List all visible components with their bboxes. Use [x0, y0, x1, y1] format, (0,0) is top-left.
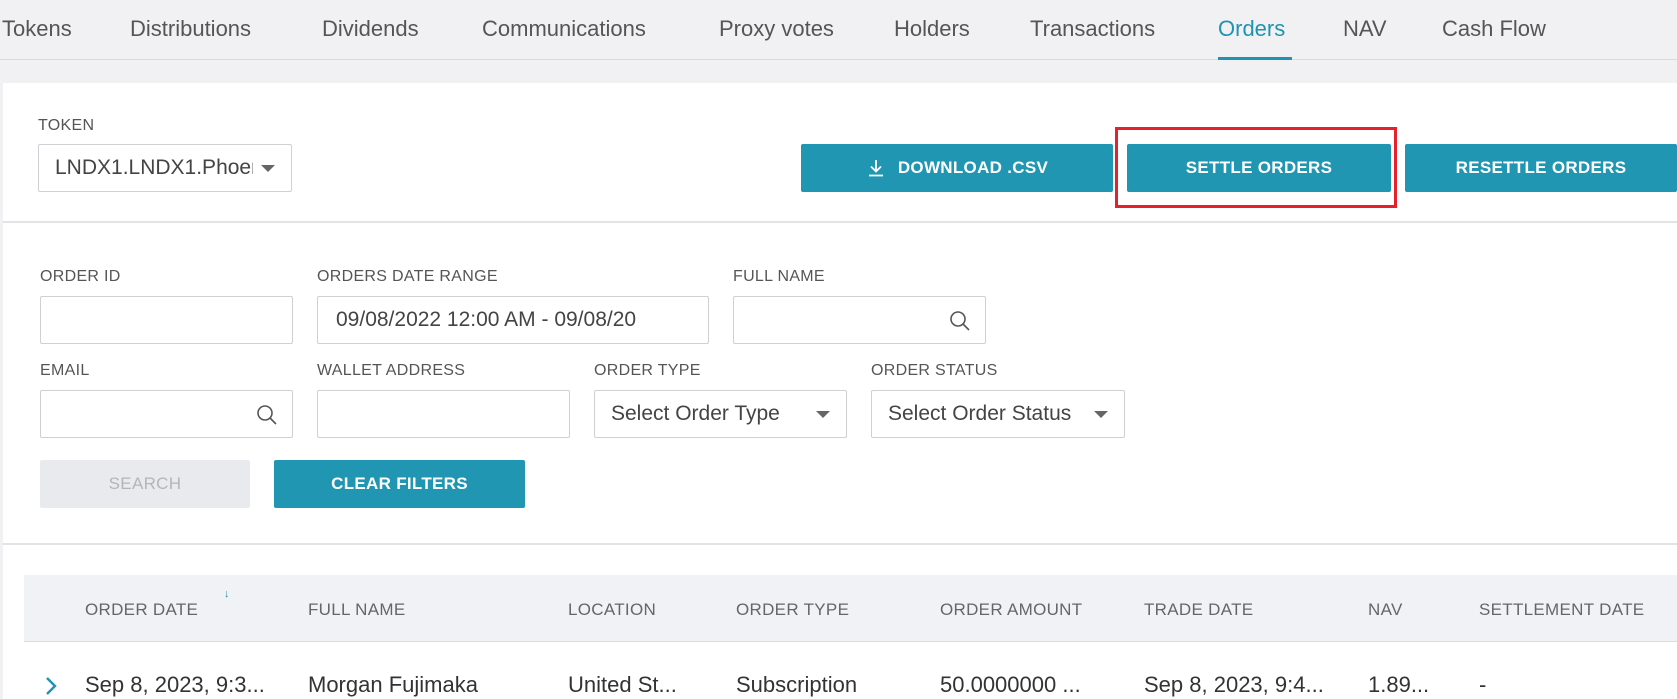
email-label: EMAIL — [40, 362, 90, 379]
order-status-placeholder: Select Order Status — [888, 402, 1072, 425]
tab-nav[interactable]: NAV — [1343, 16, 1387, 42]
tab-orders[interactable]: Orders — [1218, 16, 1285, 42]
email-input[interactable] — [40, 390, 293, 438]
cell-location: United St... — [568, 672, 677, 697]
chevron-right-icon[interactable] — [42, 674, 60, 698]
tab-transactions[interactable]: Transactions — [1030, 16, 1155, 42]
column-header-settlement-date[interactable]: SETTLEMENT DATE — [1479, 600, 1644, 620]
tab-proxy-votes[interactable]: Proxy votes — [719, 16, 834, 42]
chevron-down-icon — [1094, 410, 1108, 418]
column-header-order-type[interactable]: ORDER TYPE — [736, 600, 849, 620]
token-select-value: LNDX1.LNDX1.Phoenix — [55, 156, 253, 179]
date-range-value: 09/08/2022 12:00 AM - 09/08/20 — [336, 308, 637, 331]
tab-dividends[interactable]: Dividends — [322, 16, 419, 42]
token-select[interactable]: LNDX1.LNDX1.Phoenix — [38, 144, 292, 192]
download-csv-label: DOWNLOAD .CSV — [897, 158, 1049, 177]
search-icon[interactable] — [256, 404, 278, 426]
tab-distributions[interactable]: Distributions — [130, 16, 251, 42]
sort-arrow-down-icon[interactable]: ↓ — [224, 588, 230, 600]
order-id-label: ORDER ID — [40, 268, 121, 285]
cell-settlement-date: - — [1479, 672, 1487, 697]
order-type-label: ORDER TYPE — [594, 362, 701, 379]
active-tab-indicator — [1218, 57, 1292, 60]
section-divider — [3, 543, 1677, 545]
download-icon — [868, 160, 883, 177]
section-divider — [3, 221, 1677, 223]
tab-communications[interactable]: Communications — [482, 16, 646, 42]
cell-order-type: Subscription — [736, 672, 858, 697]
full-name-label: FULL NAME — [733, 268, 825, 285]
tab-tokens[interactable]: Tokens — [2, 16, 72, 42]
cell-nav: 1.89... — [1368, 672, 1430, 697]
date-range-label: ORDERS DATE RANGE — [317, 268, 498, 285]
tab-bar: Tokens Distributions Dividends Communica… — [0, 0, 1677, 60]
order-id-input[interactable] — [40, 296, 293, 344]
cell-order-date: Sep 8, 2023, 9:3... — [85, 672, 265, 697]
search-icon[interactable] — [949, 310, 971, 332]
tab-holders[interactable]: Holders — [894, 16, 970, 42]
full-name-input[interactable] — [733, 296, 986, 344]
tab-cash-flow[interactable]: Cash Flow — [1442, 16, 1546, 42]
clear-filters-button[interactable]: CLEAR FILTERS — [274, 460, 525, 508]
search-button[interactable]: SEARCH — [40, 460, 250, 508]
column-header-order-date[interactable]: ORDER DATE — [85, 600, 198, 620]
order-status-select[interactable]: Select Order Status — [871, 390, 1125, 438]
wallet-address-label: WALLET ADDRESS — [317, 362, 466, 379]
column-header-location[interactable]: LOCATION — [568, 600, 656, 620]
column-header-trade-date[interactable]: TRADE DATE — [1144, 600, 1253, 620]
resettle-orders-button[interactable]: RESETTLE ORDERS — [1405, 144, 1677, 192]
orders-table-header: ORDER DATE ↓ FULL NAME LOCATION ORDER TY… — [24, 575, 1677, 642]
token-label: TOKEN — [38, 117, 95, 134]
table-row[interactable]: Sep 8, 2023, 9:3... Morgan Fujimaka Unit… — [24, 642, 1677, 699]
order-type-select[interactable]: Select Order Type — [594, 390, 847, 438]
search-button-label: SEARCH — [108, 474, 182, 493]
resettle-orders-label: RESETTLE ORDERS — [1455, 158, 1627, 177]
clear-filters-label: CLEAR FILTERS — [331, 474, 468, 493]
chevron-down-icon — [816, 410, 830, 418]
order-type-placeholder: Select Order Type — [611, 402, 780, 425]
column-header-nav[interactable]: NAV — [1368, 600, 1403, 620]
settle-orders-highlight — [1115, 127, 1397, 208]
download-csv-button[interactable]: DOWNLOAD .CSV — [801, 144, 1113, 192]
cell-full-name: Morgan Fujimaka — [308, 672, 478, 697]
cell-trade-date: Sep 8, 2023, 9:4... — [1144, 672, 1324, 697]
date-range-input[interactable]: 09/08/2022 12:00 AM - 09/08/20 — [317, 296, 709, 344]
column-header-full-name[interactable]: FULL NAME — [308, 600, 405, 620]
column-header-order-amount[interactable]: ORDER AMOUNT — [940, 600, 1082, 620]
wallet-address-input[interactable] — [317, 390, 570, 438]
chevron-down-icon — [261, 164, 275, 172]
cell-order-amount: 50.0000000 ... — [940, 672, 1081, 697]
order-status-label: ORDER STATUS — [871, 362, 998, 379]
